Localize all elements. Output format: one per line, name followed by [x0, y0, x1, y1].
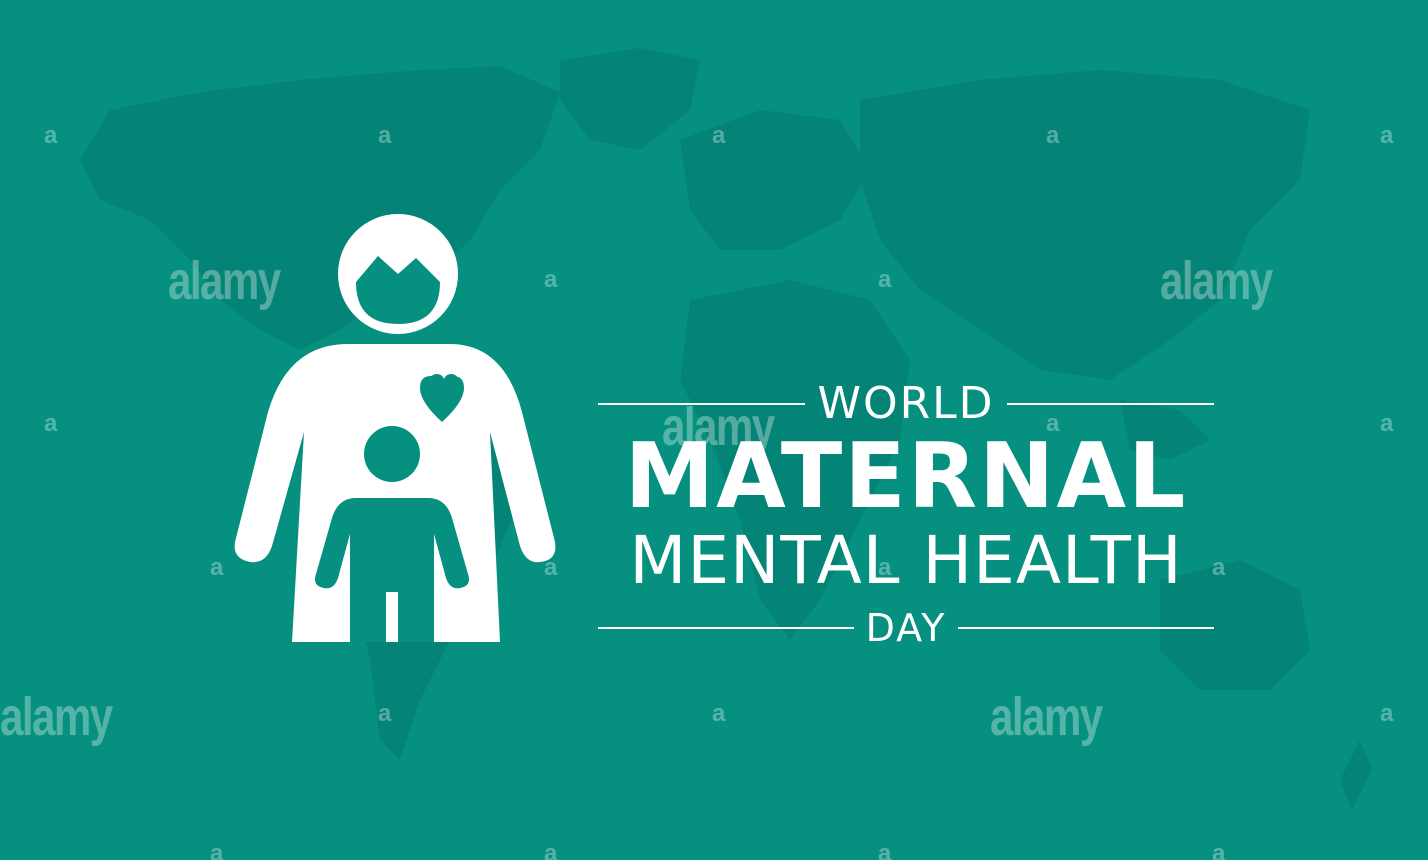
title-world: WORLD [817, 378, 995, 429]
watermark-small: a [544, 554, 558, 581]
watermark-small: a [544, 840, 558, 860]
watermark-small: a [44, 410, 58, 437]
watermark-small: a [1212, 554, 1226, 581]
watermark-small: a [1380, 122, 1394, 149]
banner: WORLD MATERNAL MENTAL HEALTH DAY alamy a… [0, 0, 1428, 860]
watermark-small: a [1046, 410, 1060, 437]
title-day: DAY [865, 606, 947, 650]
watermark-small: a [44, 122, 58, 149]
watermark: alamy [990, 687, 1103, 747]
title-mental-health: MENTAL HEALTH [629, 522, 1183, 599]
watermark-small: a [378, 700, 392, 727]
day-row: DAY [598, 606, 1215, 650]
watermark-small: a [210, 554, 224, 581]
watermark-small: a [544, 266, 558, 293]
watermark-small: a [210, 840, 224, 860]
watermark-small: a [712, 700, 726, 727]
divider-line [598, 627, 854, 629]
watermark: alamy [662, 397, 775, 457]
watermark-small: a [1380, 410, 1394, 437]
watermark: alamy [168, 251, 281, 311]
watermark-small: a [878, 554, 892, 581]
watermark-small: a [712, 122, 726, 149]
divider-line [958, 627, 1215, 629]
watermark-small: a [1046, 122, 1060, 149]
watermark-small: a [1212, 840, 1226, 860]
watermark-small: a [378, 122, 392, 149]
watermark-small: a [878, 266, 892, 293]
divider-line [1006, 402, 1215, 405]
watermark: alamy [1160, 251, 1273, 311]
watermark-small: a [878, 840, 892, 860]
watermark-small: a [1380, 700, 1394, 727]
watermark: alamy [0, 687, 113, 747]
